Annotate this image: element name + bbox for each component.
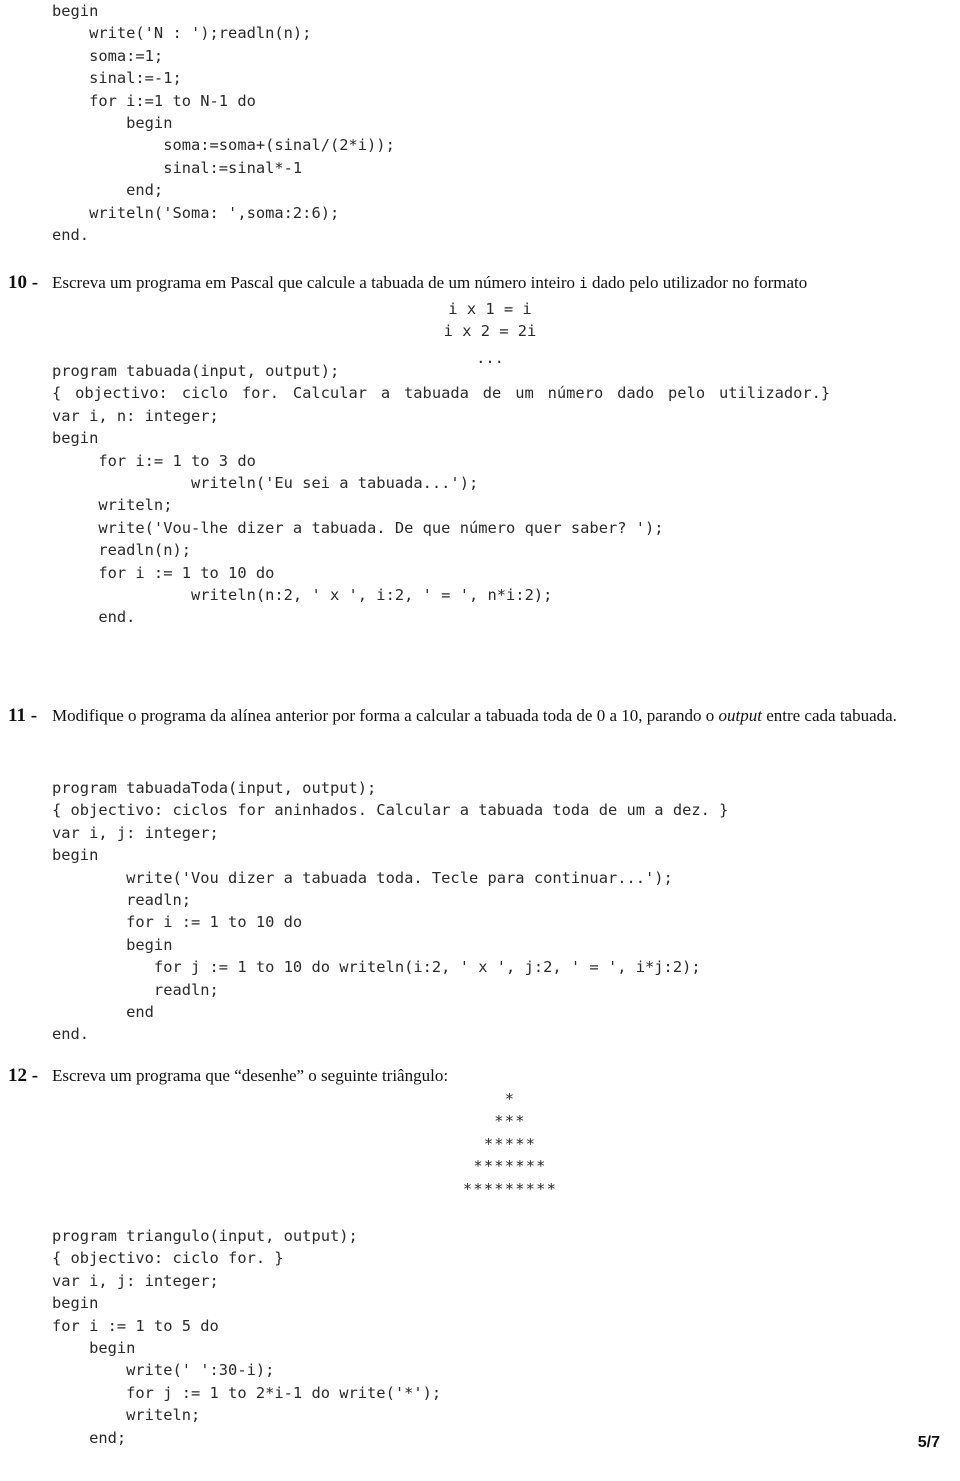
code-body-10: var i, n: integer; begin for i:= 1 to 3 … bbox=[52, 406, 664, 627]
exercise-item-12: 12 - Escreva um programa que “desenhe” o… bbox=[6, 1065, 956, 1087]
exercise-text-10: Escreva um programa em Pascal que calcul… bbox=[52, 272, 956, 295]
exercise-10-text-part-1: Escreva um programa em Pascal que calcul… bbox=[52, 273, 580, 292]
exercise-11-italic-output: output bbox=[718, 706, 762, 725]
code-comment-10: { objectivo: ciclo for. Calcular a tabua… bbox=[52, 384, 831, 403]
document-page: begin write('N : ');readln(n); soma:=1; … bbox=[0, 0, 960, 1481]
page-number: 5/7 bbox=[917, 1434, 940, 1451]
code-block-question-12: program triangulo(input, output); { obje… bbox=[52, 1227, 442, 1447]
exercise-11-text-part-2: entre cada tabuada. bbox=[761, 706, 897, 725]
exercise-text-11: Modifique o programa da alínea anterior … bbox=[52, 705, 956, 727]
format-sample-lines: i x 1 = i i x 2 = 2i bbox=[443, 300, 537, 341]
triangle-sample-output: * *** ***** ******* ********* bbox=[462, 1090, 558, 1198]
exercise-number-11: 11 - bbox=[8, 705, 38, 726]
code-line-program-header-10: program tabuada(input, output); bbox=[52, 362, 340, 380]
question-10-format-sample: i x 1 = i i x 2 = 2i ... bbox=[0, 298, 960, 369]
exercise-number-12: 12 - bbox=[8, 1065, 39, 1086]
exercise-11-text-part-1: Modifique o programa da alínea anterior … bbox=[52, 706, 719, 725]
exercise-item-10: 10 - Escreva um programa em Pascal que c… bbox=[6, 272, 956, 295]
exercise-10-variable-i: i bbox=[579, 276, 588, 292]
code-block-question-10: program tabuada(input, output); { object… bbox=[0, 360, 960, 629]
exercise-number-10: 10 - bbox=[8, 272, 39, 293]
code-block-question-11: program tabuadaToda(input, output); { ob… bbox=[52, 779, 729, 1044]
exercise-item-11: 11 - Modifique o programa da alínea ante… bbox=[6, 705, 956, 727]
exercise-text-12: Escreva um programa que “desenhe” o segu… bbox=[52, 1066, 449, 1085]
exercise-10-text-part-2: dado pelo utilizador no formato bbox=[587, 273, 808, 292]
code-block-question-9: begin write('N : ');readln(n); soma:=1; … bbox=[52, 2, 395, 245]
